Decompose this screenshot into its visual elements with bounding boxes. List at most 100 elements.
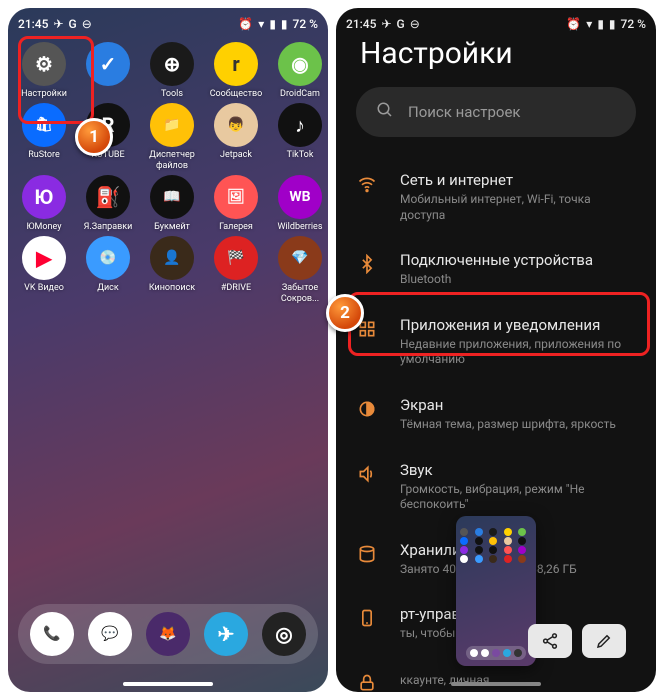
app-label: VK Видео [15,283,73,293]
app-icon: ⚙ [22,42,66,86]
settings-item-subtitle: Мобильный интернет, Wi-Fi, точка доступа [400,192,636,223]
app-ЮMoney[interactable]: Ю ЮMoney [14,175,74,232]
recent-preview[interactable] [456,516,536,666]
app-Tools[interactable]: ⊕ Tools [142,42,202,99]
sound-icon [356,463,378,485]
app-label: Настройки [15,89,73,99]
app-item[interactable]: 💬 [88,612,132,656]
storage-icon [356,543,378,565]
notif-icon: ⊖ [82,17,92,31]
app-icon: 📖 [150,175,194,219]
app-icon: r [214,42,258,86]
app-Я.Заправки[interactable]: ⛽ Я.Заправки [78,175,138,232]
app-label: ЮMoney [15,222,73,232]
bt-icon [356,253,378,275]
nav-pill [451,682,541,686]
settings-item-subtitle: Тёмная тема, размер шрифта, яркость [400,417,636,433]
app-Диспетчер файлов[interactable]: 📁 Диспетчер файлов [142,103,202,171]
battery-icon: ▮ [281,17,288,31]
app-Настройки[interactable]: ⚙ Настройки [14,42,74,99]
settings-item-3[interactable]: Экран Тёмная тема, размер шрифта, яркость [336,382,656,447]
status-bar: 21:45 ✈ G ⊖ ⏰ ▾ ▮ ▮ 72 % [8,8,328,36]
app-icon: 🖼 [214,175,258,219]
status-bar: 21:45 ✈G⊖ ⏰▾▮▮ 72 % [336,8,656,36]
status-time: 21:45 [346,17,376,31]
settings-item-subtitle: Громкость, вибрация, режим "Не беспокоит… [400,482,636,513]
app-Диск[interactable]: 💿 Диск [78,236,138,304]
display-icon [356,398,378,420]
app-label: #DRIVE [207,283,265,293]
app-Забытое Сокров...[interactable]: 💎Забытое Сокров... [270,236,328,304]
app-Jetpack[interactable]: 👦Jetpack [206,103,266,171]
wifi-icon: ▾ [258,17,264,31]
app-icon: ▶ [22,236,66,280]
phone-home-screen: 21:45 ✈ G ⊖ ⏰ ▾ ▮ ▮ 72 % ⚙ Настройки ✓ ⊕ Too… [8,8,328,692]
share-button[interactable] [528,624,572,658]
app-item[interactable]: ◎ [262,612,306,656]
app-item[interactable]: 📞 [30,612,74,656]
step-badge-2: 2 [326,294,364,332]
app-label: Jetpack [207,150,265,160]
phone-settings-screen: 21:45 ✈G⊖ ⏰▾▮▮ 72 % Настройки Поиск наст… [336,8,656,692]
app-icon: 💿 [86,236,130,280]
app-label: DroidCam [271,89,328,99]
settings-search[interactable]: Поиск настроек [356,87,636,137]
app-Кинопоиск[interactable]: 👤Кинопоиск [142,236,202,304]
dock: 📞 💬 🦊 ✈ ◎ [18,604,318,664]
app-VK Видео[interactable]: ▶ VK Видео [14,236,74,304]
settings-item-title: Экран [400,396,636,414]
settings-item-subtitle: Недавние приложения, приложения по умолч… [400,337,636,368]
app-Букмейт[interactable]: 📖 Букмейт [142,175,202,232]
app-label: Диск [79,283,137,293]
app-item[interactable]: ✈ [204,612,248,656]
app-label: RuStore [15,150,73,160]
app-icon: WB [278,175,322,219]
app-icon: 💬 [88,612,132,656]
app-icon: 🏁 [214,236,258,280]
app-label: Кинопоиск [143,283,201,293]
settings-item-title: Сеть и интернет [400,171,636,189]
settings-item-2[interactable]: Приложения и уведомленияНедавние приложе… [336,302,656,382]
app-icon: Ю [22,175,66,219]
app-icon: ♪ [278,103,322,147]
app-icon: ✓ [86,42,130,86]
app-label: Забытое Сокров... [271,283,328,304]
app-#DRIVE[interactable]: 🏁 #DRIVE [206,236,266,304]
app-icon: ⛽ [86,175,130,219]
app-icon: 📁 [150,103,194,147]
search-placeholder: Поиск настроек [408,103,521,121]
app-label: TikTok [271,150,328,160]
app-label: Диспетчер файлов [143,150,201,171]
edit-button[interactable] [582,624,626,658]
app-label: Tools [143,89,201,99]
battery-percent: 72 % [293,17,318,31]
app-label: Галерея [207,222,265,232]
app-item[interactable]: ✓ [78,42,138,99]
smart-icon [356,607,378,629]
settings-title: Настройки [336,36,656,87]
wifi-icon [356,173,378,195]
app-icon: ✈ [204,612,248,656]
app-item[interactable]: 🦊 [146,612,190,656]
settings-item-4[interactable]: Звук Громкость, вибрация, режим "Не беспо… [336,447,656,527]
app-label: Я.Заправки [79,222,137,232]
app-icon: 📞 [30,612,74,656]
settings-item-subtitle: ккаунте, личная [400,673,636,689]
app-label: Букмейт [143,222,201,232]
settings-item-title: Звук [400,461,636,479]
settings-item-0[interactable]: Сеть и интернет Мобильный интернет, Wi-Fi… [336,157,656,237]
app-label: Wildberries [271,222,328,232]
app-Галерея[interactable]: 🖼 Галерея [206,175,266,232]
app-DroidCam[interactable]: ◉DroidCam [270,42,328,99]
privacy-icon [356,672,378,692]
app-icon: ◎ [262,612,306,656]
app-RuStore[interactable]: 🛍RuStore [14,103,74,171]
settings-item-1[interactable]: Подключенные устройстваBluetooth [336,237,656,302]
app-icon: ⊕ [150,42,194,86]
app-grid: ⚙ Настройки ✓ ⊕ Tools rСообщество◉DroidCam 🛍Ru… [8,36,328,310]
status-time: 21:45 [18,17,48,31]
recent-actions [528,624,626,658]
app-Wildberries[interactable]: WB Wildberries [270,175,328,232]
app-Сообщество[interactable]: rСообщество [206,42,266,99]
app-TikTok[interactable]: ♪ TikTok [270,103,328,171]
